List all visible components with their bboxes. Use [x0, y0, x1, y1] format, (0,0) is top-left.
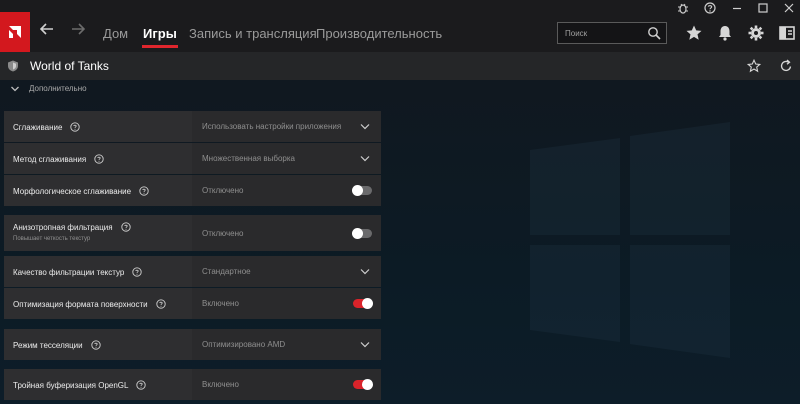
settings-group-anisotropic: Анизотропная фильтрация Повышает четкост…	[4, 215, 381, 252]
star-icon[interactable]	[685, 24, 703, 42]
search-icon[interactable]	[647, 26, 661, 40]
bug-icon[interactable]	[676, 2, 690, 14]
search-input[interactable]	[565, 28, 649, 38]
setting-value: Отключено	[202, 186, 244, 195]
tank-icon	[8, 60, 18, 72]
toggle-switch[interactable]	[352, 185, 372, 196]
chevron-down-icon	[11, 86, 19, 91]
question-icon[interactable]	[90, 340, 101, 350]
setting-label: Режим тесселяции	[13, 340, 83, 350]
setting-value[interactable]: Стандартное	[202, 267, 251, 276]
gear-icon[interactable]	[747, 24, 765, 42]
setting-value[interactable]: Множественная выборка	[202, 154, 295, 163]
amd-logo[interactable]	[0, 12, 30, 52]
toggle-knob	[352, 185, 363, 196]
setting-label: Тройная буферизация OpenGL	[13, 380, 129, 390]
amd-logo-icon	[9, 26, 21, 38]
setting-label: Морфологическое сглаживание	[13, 186, 132, 196]
maximize-icon[interactable]	[756, 2, 770, 14]
question-icon[interactable]	[139, 186, 149, 196]
chevron-down-icon[interactable]	[360, 155, 370, 162]
setting-row-tessellation-mode[interactable]: Режим тесселяции Оптимизировано AMD	[4, 329, 381, 360]
setting-value: Включено	[202, 299, 239, 308]
toggle-switch[interactable]	[352, 228, 372, 239]
game-title: World of Tanks	[30, 59, 109, 73]
tab-performance[interactable]: Производительность	[316, 26, 442, 41]
setting-label: Оптимизация формата поверхности	[13, 299, 148, 309]
toggle-knob	[352, 228, 363, 239]
setting-value: Отключено	[202, 229, 244, 238]
setting-row-anisotropic-filtering[interactable]: Анизотропная фильтрация Повышает четкост…	[4, 215, 381, 251]
setting-value[interactable]: Оптимизировано AMD	[202, 340, 285, 349]
settings-group-opengl: Тройная буферизация OpenGL Включено	[4, 369, 381, 401]
chevron-down-icon[interactable]	[360, 268, 370, 275]
forward-arrow-icon[interactable]	[69, 22, 87, 42]
search-box[interactable]	[557, 22, 667, 44]
tab-record-stream[interactable]: Запись и трансляция	[189, 26, 317, 41]
setting-label: Сглаживание	[13, 122, 63, 132]
setting-value: Включено	[202, 380, 239, 389]
setting-row-antialiasing-method[interactable]: Метод сглаживания Множественная выборка	[4, 143, 381, 174]
section-advanced-header[interactable]: Дополнительно	[10, 84, 87, 93]
close-icon[interactable]	[782, 2, 796, 14]
top-navigation-bar: Дом Игры Запись и трансляция Производите…	[0, 0, 800, 52]
section-advanced-label: Дополнительно	[29, 84, 87, 93]
settings-content: Дополнительно Сглаживание Использовать н…	[0, 80, 800, 404]
chevron-down-icon[interactable]	[360, 123, 370, 130]
background-windows-logo	[530, 122, 730, 358]
question-icon[interactable]	[136, 380, 147, 390]
setting-row-texture-filtering-quality[interactable]: Качество фильтрации текстур Стандартное	[4, 256, 381, 287]
question-icon[interactable]	[94, 154, 104, 164]
chevron-down-icon[interactable]	[360, 341, 370, 348]
setting-row-morphological-aa[interactable]: Морфологическое сглаживание Отключено	[4, 175, 381, 206]
toggle-knob	[362, 379, 373, 390]
question-icon[interactable]	[120, 222, 131, 232]
setting-row-surface-format-optimization[interactable]: Оптимизация формата поверхности Включено	[4, 288, 381, 319]
setting-label: Метод сглаживания	[13, 154, 87, 164]
toggle-switch[interactable]	[353, 379, 373, 390]
settings-group-antialiasing: Сглаживание Использовать настройки прило…	[4, 111, 381, 207]
setting-row-antialiasing[interactable]: Сглаживание Использовать настройки прило…	[4, 111, 381, 142]
toggle-knob	[362, 298, 373, 309]
bell-icon[interactable]	[716, 24, 734, 42]
toggle-switch[interactable]	[353, 298, 373, 309]
setting-label: Анизотропная фильтрация	[13, 222, 113, 232]
panel-icon[interactable]	[778, 24, 796, 42]
setting-row-opengl-triple-buffering[interactable]: Тройная буферизация OpenGL Включено	[4, 369, 381, 400]
back-arrow-icon[interactable]	[38, 22, 56, 42]
settings-group-tessellation: Режим тесселяции Оптимизировано AMD	[4, 329, 381, 361]
setting-label: Качество фильтрации текстур	[13, 267, 125, 277]
question-icon[interactable]	[155, 299, 166, 309]
tab-games[interactable]: Игры	[142, 26, 178, 48]
tab-home[interactable]: Дом	[103, 26, 128, 41]
question-icon[interactable]	[70, 122, 81, 132]
question-icon[interactable]	[132, 267, 142, 277]
favorite-star-icon[interactable]	[747, 59, 761, 73]
minimize-icon[interactable]	[730, 2, 744, 14]
setting-value[interactable]: Использовать настройки приложения	[202, 122, 341, 131]
settings-group-texture: Качество фильтрации текстур Стандартное …	[4, 256, 381, 320]
game-title-bar: World of Tanks	[0, 52, 800, 80]
refresh-icon[interactable]	[779, 59, 793, 73]
setting-sublabel: Повышает четкость текстур	[13, 236, 91, 242]
help-icon[interactable]	[703, 2, 717, 14]
